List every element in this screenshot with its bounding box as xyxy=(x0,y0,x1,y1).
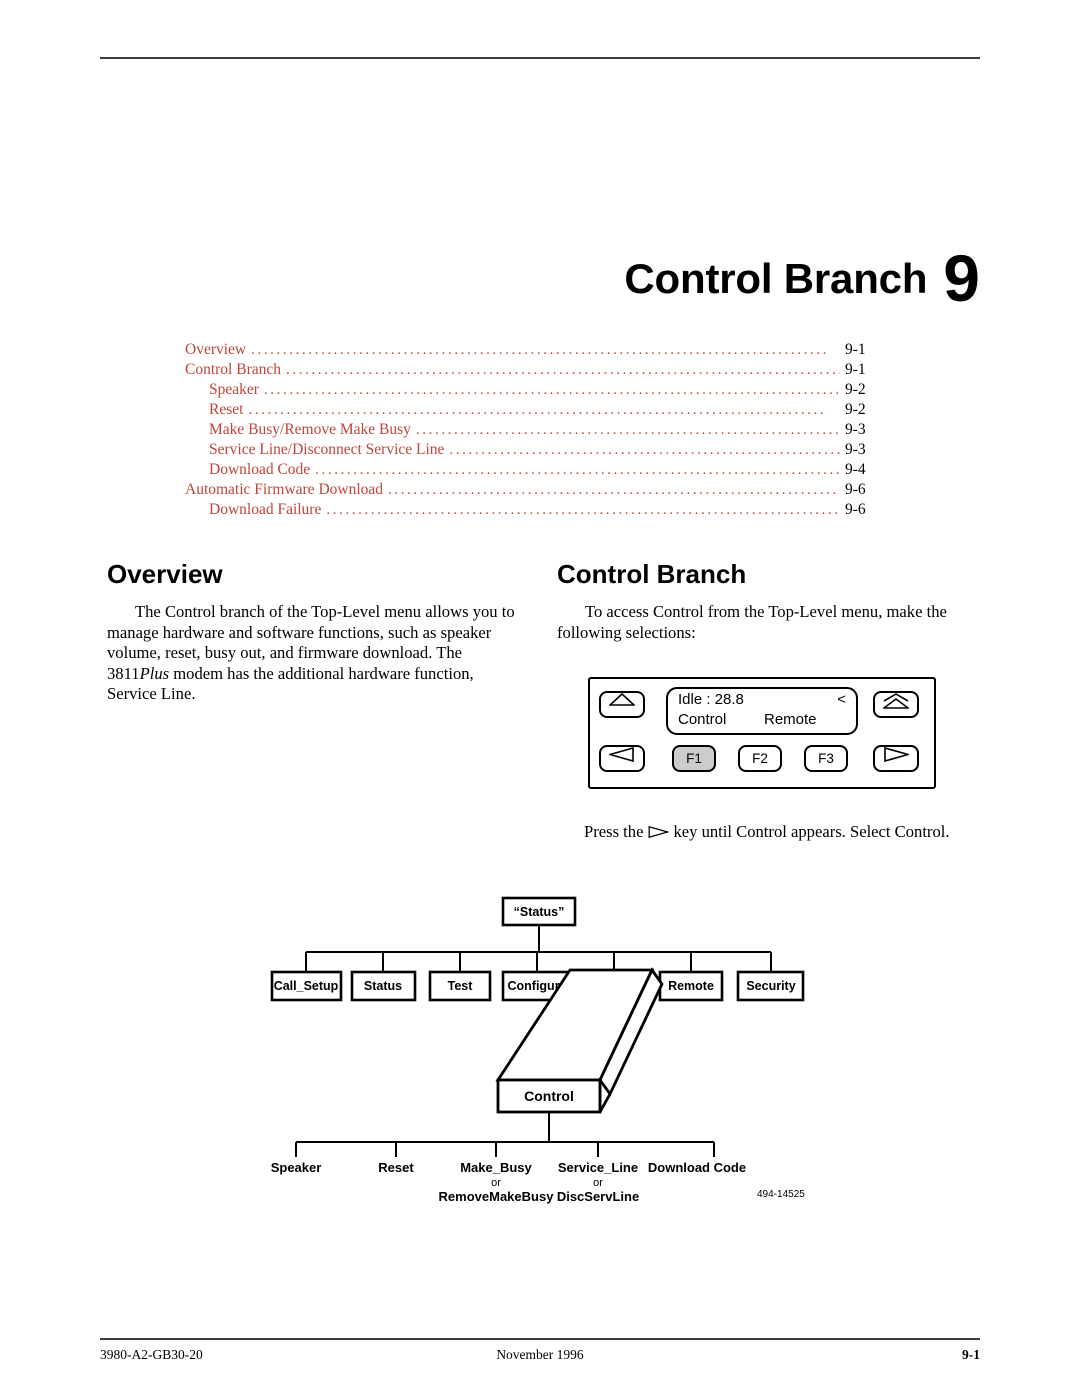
tree-node-label: Call_Setup xyxy=(274,979,339,993)
left-arrow-key[interactable] xyxy=(599,745,645,772)
control-branch-paragraph: To access Control from the Top-Level men… xyxy=(557,602,947,642)
triangle-up-icon xyxy=(601,693,643,706)
menu-tree-svg: “Status” Call_Setup Status Test Configur… xyxy=(270,896,805,1204)
toc-entry-label: Service Line/Disconnect Service Line xyxy=(209,441,445,458)
leaf-label: Make_Busy xyxy=(460,1160,532,1175)
toc-dot-leader: ........................................… xyxy=(315,462,840,478)
tree-node-label: Remote xyxy=(668,979,714,993)
toc-dot-leader: ........................................… xyxy=(449,442,840,458)
document-page: Control Branch 9 Overview ...............… xyxy=(0,0,1080,1397)
chapter-title: Control Branch xyxy=(624,255,928,302)
triangle-right-icon xyxy=(647,822,671,844)
toc-entry-label: Speaker xyxy=(209,381,259,398)
f2-key[interactable]: F2 xyxy=(738,745,782,772)
toc-entry[interactable]: Make Busy/Remove Make Busy .............… xyxy=(185,420,885,440)
press-key-instruction: Press the key until Control appears. Sele… xyxy=(584,821,950,844)
lcd-option-control: Control xyxy=(678,711,727,728)
overview-paragraph: The Control branch of the Top-Level menu… xyxy=(107,602,527,705)
overview-text-italic: Plus xyxy=(139,663,170,683)
toc-entry[interactable]: Download Code ..........................… xyxy=(185,460,885,480)
toc-entry[interactable]: Service Line/Disconnect Service Line ...… xyxy=(185,440,885,460)
table-of-contents: Overview ...............................… xyxy=(185,340,885,520)
footer-date: November 1996 xyxy=(496,1347,584,1362)
up-arrow-key[interactable] xyxy=(599,691,645,718)
toc-entry-label: Reset xyxy=(209,401,244,418)
toc-entry[interactable]: Download Failure .......................… xyxy=(185,500,885,520)
toc-entry-page: 9-2 xyxy=(845,401,866,418)
chapter-number: 9 xyxy=(943,241,980,315)
modem-keypad-panel: Idle : 28.8 < Control Remote F1 F2 F3 xyxy=(588,677,936,789)
toc-entry[interactable]: Automatic Firmware Download ............… xyxy=(185,480,885,500)
chapter-heading: Control Branch 9 xyxy=(100,232,980,315)
figure-id-label: 494-14525 xyxy=(757,1189,805,1200)
toc-entry-page: 9-3 xyxy=(845,441,866,458)
toc-entry[interactable]: Overview ...............................… xyxy=(185,340,885,360)
double-up-arrow-key[interactable] xyxy=(873,691,919,718)
control-callout-label: Control xyxy=(524,1088,574,1104)
toc-dot-leader: ........................................… xyxy=(248,402,827,418)
footer-rule xyxy=(100,1338,980,1340)
press-suffix-text: key until Control appears. Select Contro… xyxy=(673,822,950,841)
leaf-label: Download Code xyxy=(648,1160,746,1175)
toc-entry-page: 9-6 xyxy=(845,501,866,518)
overview-heading: Overview xyxy=(107,559,223,589)
lcd-scroll-indicator: < xyxy=(837,691,846,708)
toc-entry-label: Download Failure xyxy=(209,501,322,518)
tree-node-label: Security xyxy=(746,979,795,993)
toc-dot-leader: ........................................… xyxy=(263,382,840,398)
press-prefix-text: Press the xyxy=(584,822,644,841)
toc-entry-label: Make Busy/Remove Make Busy xyxy=(209,421,411,438)
toc-entry-page: 9-6 xyxy=(845,481,866,498)
toc-entry-page: 9-1 xyxy=(845,361,866,378)
toc-entry-page: 9-1 xyxy=(845,341,866,358)
toc-dot-leader: ........................................… xyxy=(326,502,840,518)
right-arrow-key[interactable] xyxy=(873,745,919,772)
menu-tree-diagram: “Status” Call_Setup Status Test Configur… xyxy=(0,880,1080,1230)
toc-entry-page: 9-3 xyxy=(845,421,866,438)
lcd-line-1: Idle : 28.8 < xyxy=(678,690,846,710)
leaf-label: Service_Line xyxy=(558,1160,638,1175)
toc-entry-page: 9-2 xyxy=(845,381,866,398)
header-rule xyxy=(100,57,980,59)
lcd-option-remote: Remote xyxy=(764,711,817,728)
footer-page-number: 9-1 xyxy=(962,1347,980,1362)
toc-entry[interactable]: Reset ..................................… xyxy=(185,400,885,420)
toc-dot-leader: ........................................… xyxy=(286,362,840,378)
toc-entry-label: Automatic Firmware Download xyxy=(185,481,384,498)
lcd-line-2: Control Remote xyxy=(678,710,846,730)
leaf-alt-label: RemoveMakeBusy xyxy=(439,1189,555,1204)
leaf-label: Speaker xyxy=(271,1160,322,1175)
leaf-or-label: or xyxy=(593,1177,603,1189)
toc-entry-page: 9-4 xyxy=(845,461,866,478)
control-branch-heading: Control Branch xyxy=(557,559,747,589)
toc-entry-label: Overview xyxy=(185,341,247,358)
toc-dot-leader: ........................................… xyxy=(388,482,840,498)
toc-entry-label: Download Code xyxy=(209,461,311,478)
leaf-alt-label: DiscServLine xyxy=(557,1189,639,1204)
leaf-label: Reset xyxy=(378,1160,414,1175)
f1-key[interactable]: F1 xyxy=(672,745,716,772)
tree-node-root-label: “Status” xyxy=(514,905,565,919)
lcd-status-text: Idle : 28.8 xyxy=(678,691,744,708)
toc-dot-leader: ........................................… xyxy=(415,422,840,438)
toc-dot-leader: ........................................… xyxy=(251,342,829,358)
toc-entry[interactable]: Control Branch .........................… xyxy=(185,360,885,380)
toc-entry-label: Control Branch xyxy=(185,361,281,378)
triangle-left-icon xyxy=(601,747,643,762)
double-triangle-up-icon xyxy=(875,693,917,710)
triangle-right-icon xyxy=(875,747,917,762)
leaf-or-label: or xyxy=(491,1177,501,1189)
lcd-display: Idle : 28.8 < Control Remote xyxy=(666,687,858,735)
tree-node-label: Test xyxy=(448,979,474,993)
tree-node-label: Status xyxy=(364,979,402,993)
toc-entry[interactable]: Speaker ................................… xyxy=(185,380,885,400)
f3-key[interactable]: F3 xyxy=(804,745,848,772)
